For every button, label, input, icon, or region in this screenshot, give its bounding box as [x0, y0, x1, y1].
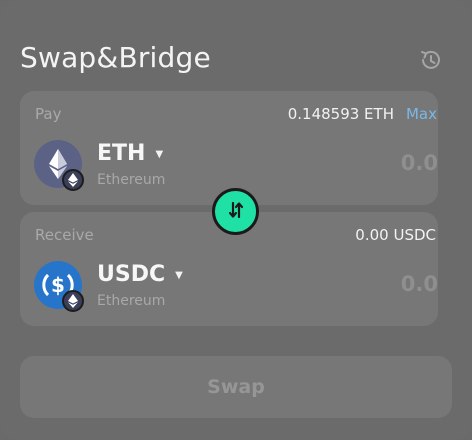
- swap-vertical-arrows-icon: [226, 200, 246, 224]
- pay-balance-row: 0.148593 ETH Max: [288, 105, 438, 123]
- receive-token-network: Ethereum: [97, 293, 166, 309]
- pay-balance: 0.148593 ETH: [287, 105, 394, 123]
- max-button[interactable]: Max: [406, 105, 437, 123]
- pay-token-network: Ethereum: [97, 172, 166, 188]
- receive-token-symbol: USDC: [97, 262, 166, 287]
- receive-balance-row: 0.00 USDC: [355, 226, 438, 244]
- receive-balance: 0.00 USDC: [355, 226, 436, 244]
- ethereum-chain-icon: [62, 169, 84, 191]
- page-title: Swap&Bridge: [20, 41, 211, 74]
- pay-label: Pay: [35, 105, 62, 123]
- chevron-down-icon: ▼: [175, 270, 183, 281]
- pay-token-symbol: ETH: [97, 141, 146, 166]
- svg-text:$: $: [51, 273, 65, 297]
- pay-token-selector[interactable]: ETH ▼: [97, 141, 163, 166]
- swap-bridge-widget: Swap&Bridge Pay 0.148593 ETH Max ETH ▼ E…: [0, 0, 472, 440]
- receive-label: Receive: [35, 226, 94, 244]
- chevron-down-icon: ▼: [155, 149, 164, 160]
- pay-amount-input[interactable]: [318, 151, 438, 175]
- swap-button[interactable]: Swap: [20, 356, 452, 418]
- receive-token-selector[interactable]: USDC ▼: [97, 262, 183, 287]
- swap-direction-button[interactable]: [212, 188, 259, 235]
- history-clock-icon[interactable]: [417, 46, 445, 74]
- ethereum-chain-icon: [62, 290, 84, 312]
- receive-amount-input[interactable]: [318, 272, 438, 296]
